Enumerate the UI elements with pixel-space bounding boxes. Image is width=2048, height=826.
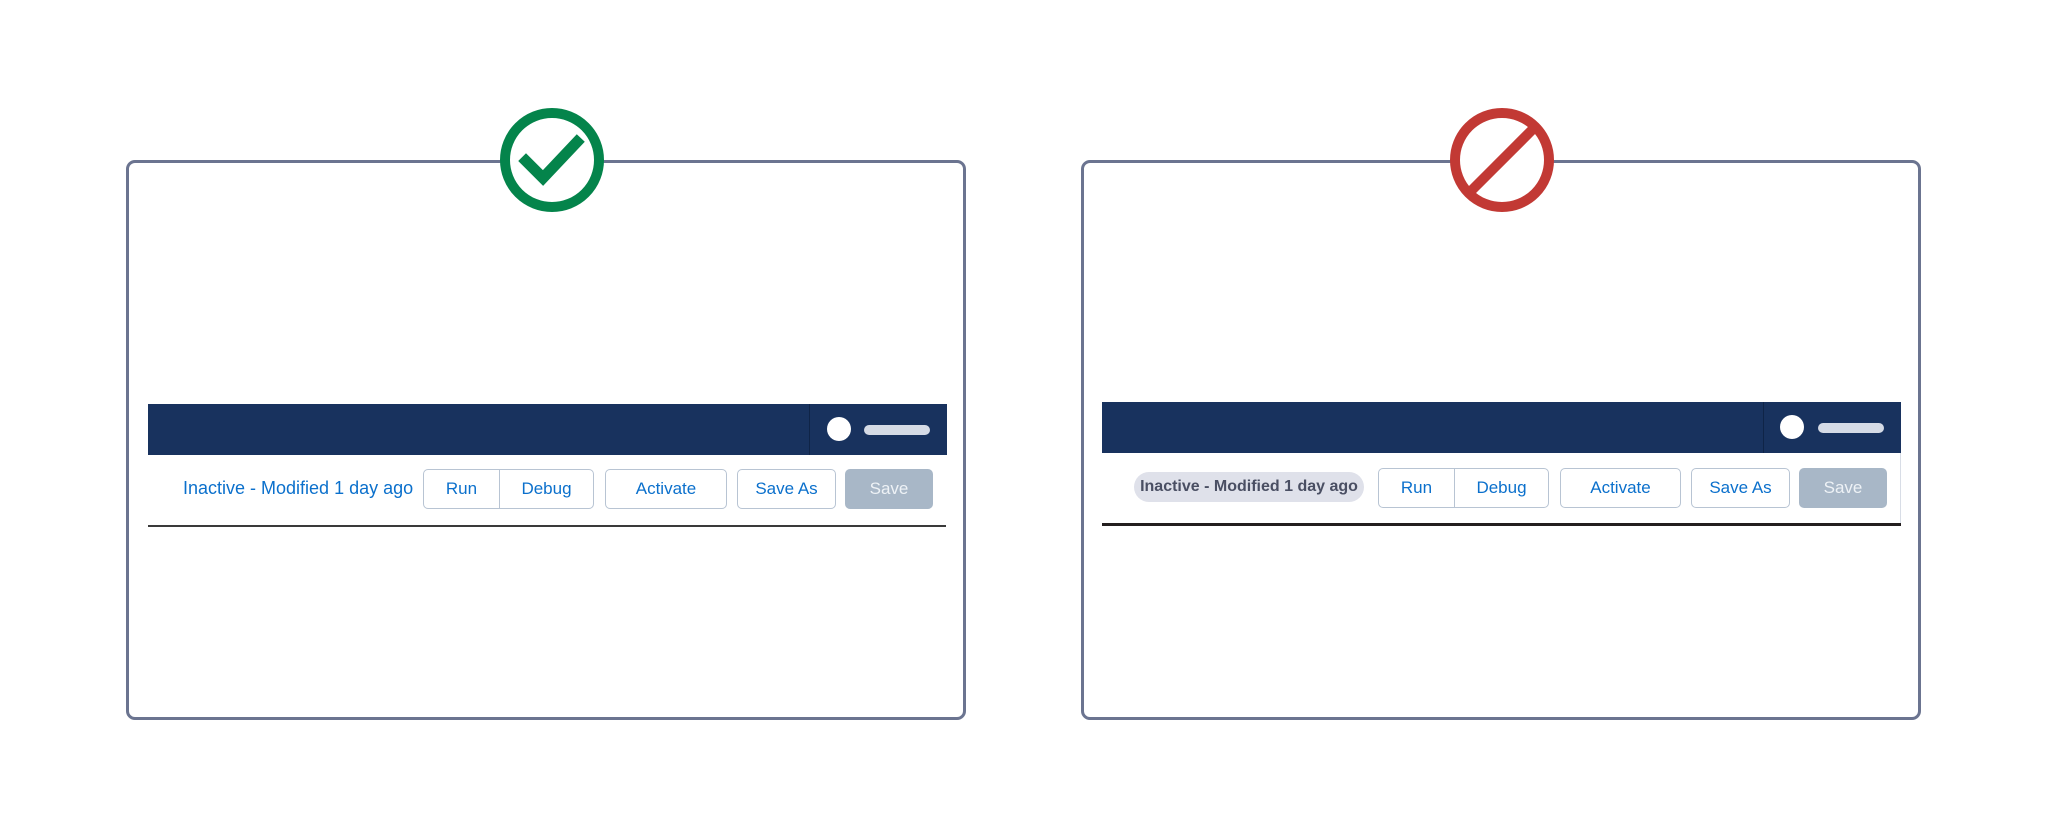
toolbar-bottom-rule	[148, 525, 946, 527]
toolbar-bottom-rule	[1102, 523, 1901, 526]
activate-button[interactable]: Activate	[605, 469, 727, 509]
avatar-placeholder-icon	[827, 417, 851, 441]
debug-button[interactable]: Debug	[499, 470, 593, 508]
run-debug-button-group: Run Debug	[1378, 468, 1549, 508]
header-divider	[1763, 402, 1764, 453]
status-badge: Inactive - Modified 1 day ago	[1134, 472, 1364, 502]
activate-button[interactable]: Activate	[1560, 468, 1681, 508]
save-as-button[interactable]: Save As	[737, 469, 836, 509]
check-circle-icon	[499, 107, 605, 213]
run-button[interactable]: Run	[1379, 469, 1454, 507]
avatar-placeholder-icon	[1780, 415, 1804, 439]
builder-toolbar: Inactive - Modified 1 day ago Run Debug …	[148, 455, 947, 525]
save-button[interactable]: Save	[1799, 468, 1887, 508]
user-name-placeholder	[1818, 423, 1884, 433]
app-header-bar	[1102, 402, 1901, 453]
prohibited-icon	[1449, 107, 1555, 213]
run-debug-button-group: Run Debug	[423, 469, 594, 509]
app-header-bar	[148, 404, 947, 455]
run-button[interactable]: Run	[424, 470, 499, 508]
save-as-button[interactable]: Save As	[1691, 468, 1790, 508]
status-text: Inactive - Modified 1 day ago	[183, 478, 414, 498]
user-name-placeholder	[864, 425, 930, 435]
save-button[interactable]: Save	[845, 469, 933, 509]
debug-button[interactable]: Debug	[1454, 469, 1548, 507]
header-divider	[809, 404, 810, 455]
builder-toolbar: Inactive - Modified 1 day ago Run Debug …	[1102, 453, 1901, 523]
